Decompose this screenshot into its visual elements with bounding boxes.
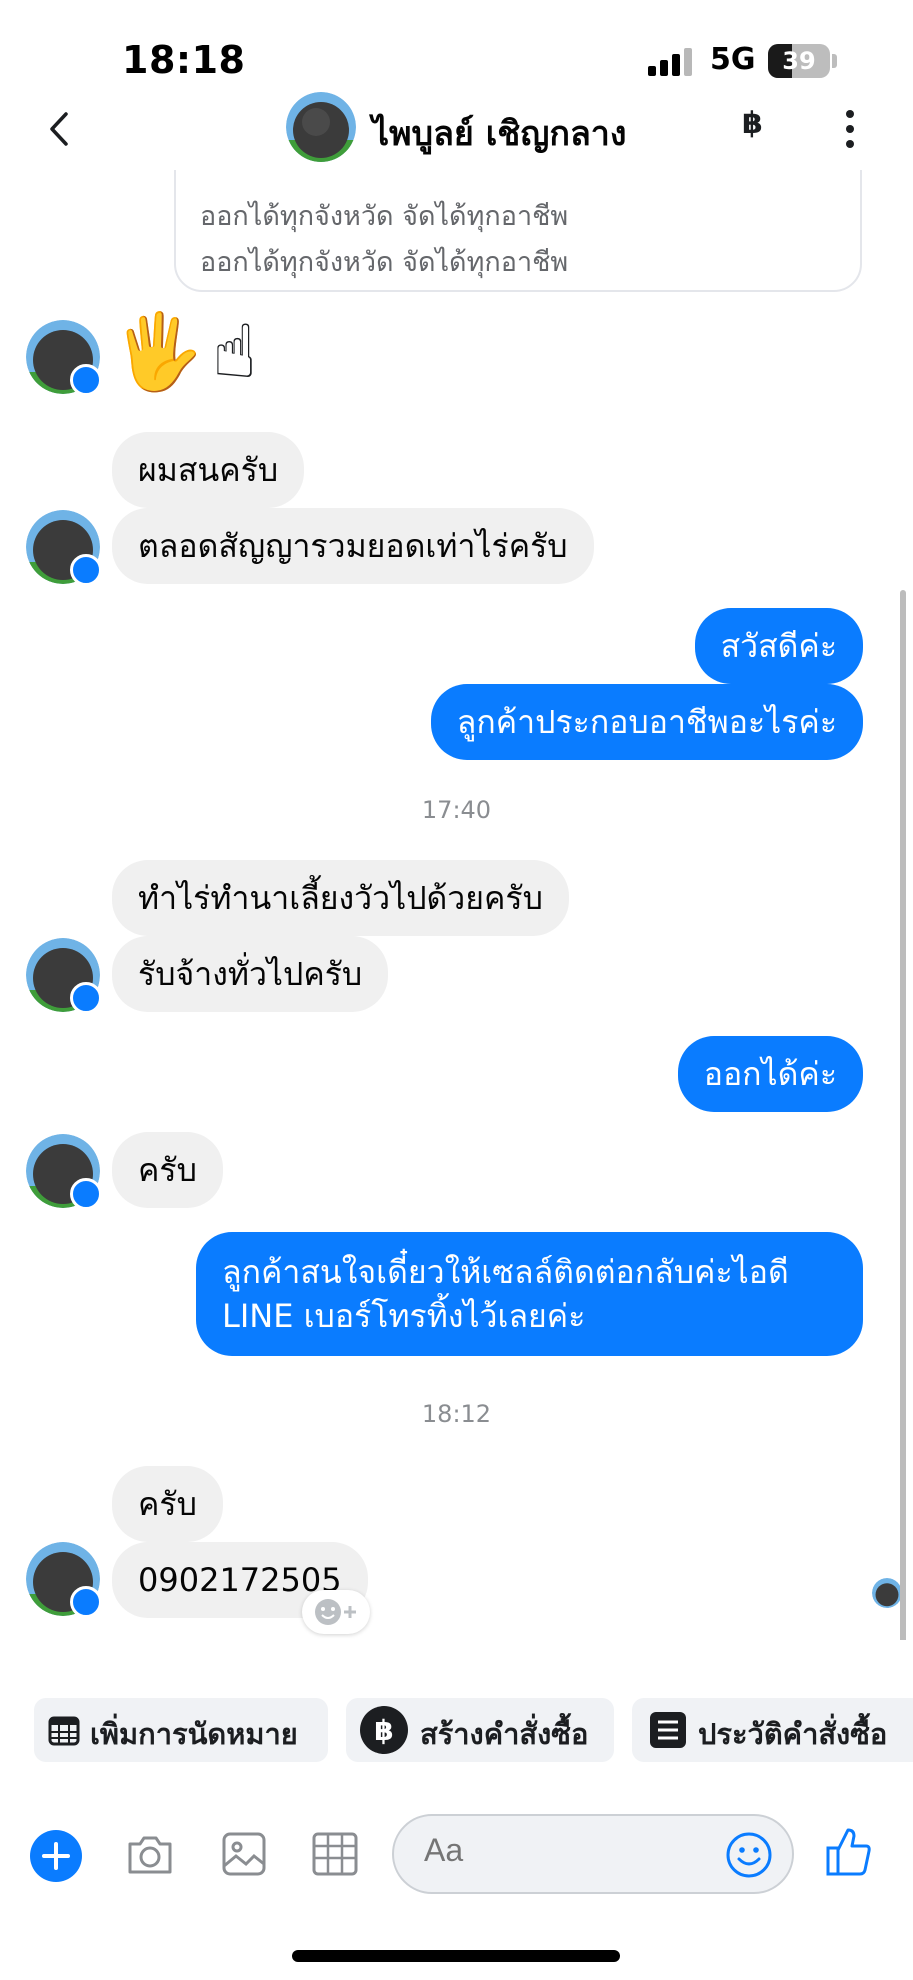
messenger-icon	[70, 554, 102, 586]
messenger-icon	[70, 364, 102, 396]
pointing-up-emoji[interactable]: ☝	[212, 312, 257, 392]
emoji-icon[interactable]	[724, 1830, 774, 1880]
more-options-button[interactable]	[838, 106, 862, 152]
message-thread[interactable]: ออกได้ทุกจังหวัด จัดได้ทุกอาชีพ ออกได้ทุ…	[0, 170, 913, 1640]
messenger-icon	[70, 1586, 102, 1618]
status-time: 18:18	[122, 38, 246, 82]
home-indicator[interactable]	[292, 1950, 620, 1962]
message-input-wrapper[interactable]	[392, 1814, 794, 1894]
incoming-message[interactable]: ครับ	[112, 1132, 223, 1208]
signal-icon	[648, 48, 694, 76]
list-icon	[650, 1712, 686, 1748]
more-actions-button[interactable]	[30, 1830, 82, 1882]
smiley-plus-icon	[315, 1599, 356, 1625]
calendar-icon	[48, 1716, 80, 1746]
chat-header: ไพบูลย์ เชิญกลาง ฿	[0, 88, 913, 170]
thumbs-up-icon[interactable]	[824, 1824, 874, 1878]
outgoing-message[interactable]: ลูกค้าสนใจเดี๋ยวให้เซลล์ติดต่อกลับค่ะไอด…	[196, 1232, 863, 1356]
chevron-left-icon	[50, 112, 68, 146]
add-appointment-label: เพิ่มการนัดหมาย	[90, 1717, 298, 1751]
contact-name[interactable]: ไพบูลย์ เชิญกลาง	[372, 106, 626, 160]
incoming-message[interactable]: ทำไร่ทำนาเลี้ยงวัวไปด้วยครับ	[112, 860, 569, 936]
incoming-message[interactable]: รับจ้างทั่วไปครับ	[112, 936, 389, 1012]
order-history-label: ประวัติคำสั่งซื้อ	[698, 1717, 888, 1751]
battery-icon: 39	[768, 44, 830, 78]
message-input[interactable]	[424, 1832, 704, 1869]
quote-line: ออกได้ทุกจังหวัด จัดได้ทุกอาชีพ	[200, 247, 569, 278]
network-type: 5G	[710, 42, 756, 77]
read-receipt-avatar	[870, 1576, 904, 1610]
svg-text:฿: ฿	[374, 1714, 393, 1747]
scrollbar[interactable]	[900, 590, 906, 1640]
incoming-message[interactable]: ครับ	[112, 1466, 223, 1542]
outgoing-message[interactable]: ลูกค้าประกอบอาชีพอะไรค่ะ	[430, 684, 863, 760]
timestamp: 18:12	[421, 1400, 492, 1428]
order-history-button[interactable]: ประวัติคำสั่งซื้อ	[632, 1698, 913, 1762]
camera-icon[interactable]	[124, 1828, 176, 1880]
messenger-icon	[70, 1178, 102, 1210]
outgoing-message[interactable]: ออกได้ค่ะ	[677, 1036, 863, 1112]
quick-actions-bar: เพิ่มการนัดหมาย ฿ สร้างคำสั่งซื้อ ประวัต…	[0, 1698, 913, 1762]
incoming-message[interactable]: ตลอดสัญญารวมยอดเท่าไร่ครับ	[112, 508, 594, 584]
baht-circle-icon: ฿	[360, 1706, 408, 1754]
contact-avatar[interactable]	[286, 92, 356, 162]
quote-line: ออกได้ทุกจังหวัด จัดได้ทุกอาชีพ	[200, 201, 569, 232]
gallery-icon[interactable]	[220, 1828, 268, 1880]
timestamp: 17:40	[421, 796, 492, 824]
incoming-message[interactable]: ผมสนครับ	[112, 432, 305, 508]
table-grid-icon[interactable]	[310, 1828, 360, 1880]
outgoing-message[interactable]: สวัสดีค่ะ	[694, 608, 863, 684]
add-reaction-button[interactable]	[302, 1590, 370, 1634]
composer-bar	[0, 1810, 913, 1900]
add-appointment-button[interactable]: เพิ่มการนัดหมาย	[34, 1698, 328, 1762]
create-order-button[interactable]: ฿ สร้างคำสั่งซื้อ	[346, 1698, 614, 1762]
create-order-label: สร้างคำสั่งซื้อ	[420, 1717, 589, 1751]
battery-cap	[832, 54, 837, 68]
baht-icon[interactable]: ฿	[742, 106, 763, 141]
back-button[interactable]	[38, 106, 84, 152]
quoted-message-card[interactable]: ออกได้ทุกจังหวัด จัดได้ทุกอาชีพ ออกได้ทุ…	[174, 170, 862, 292]
messenger-icon	[70, 982, 102, 1014]
raised-hand-emoji[interactable]: 🖐	[112, 312, 204, 392]
battery-level: 39	[782, 47, 816, 75]
